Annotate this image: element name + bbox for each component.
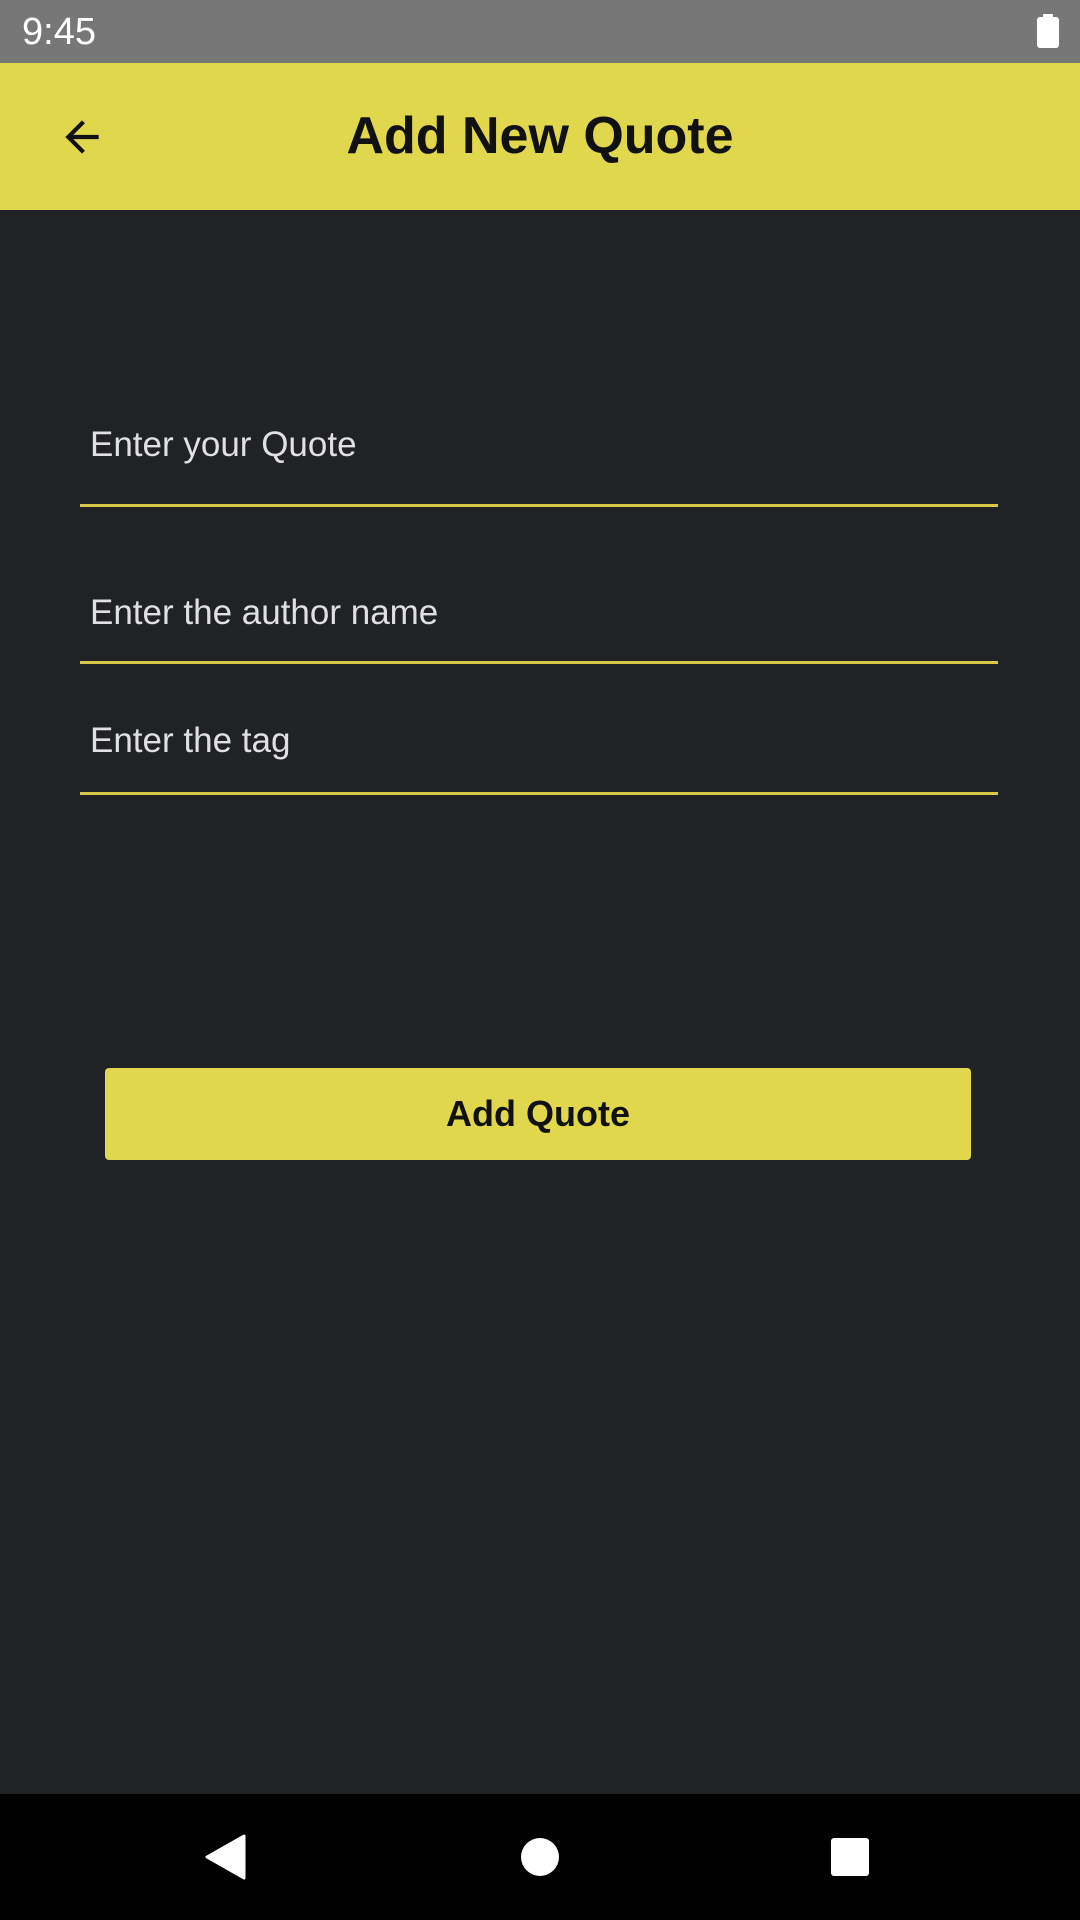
app-toolbar: Add New Quote (0, 63, 1080, 210)
battery-full-icon (1037, 14, 1059, 48)
author-field (80, 565, 998, 664)
square-recents-icon (831, 1838, 869, 1876)
triangle-back-icon (205, 1834, 246, 1880)
tag-field (80, 690, 998, 795)
system-nav-bar (0, 1794, 1080, 1920)
circle-home-icon (521, 1838, 559, 1876)
author-input[interactable] (80, 565, 998, 661)
nav-back-button[interactable] (155, 1794, 295, 1920)
back-button[interactable] (30, 85, 134, 189)
add-quote-button[interactable]: Add Quote (105, 1068, 971, 1160)
screen: 9:45 Add New Quote Add Quote (0, 0, 1080, 1920)
quote-input[interactable] (80, 385, 998, 504)
nav-recents-button[interactable] (780, 1794, 920, 1920)
status-time: 9:45 (22, 11, 96, 53)
quote-field (80, 385, 998, 507)
nav-home-button[interactable] (470, 1794, 610, 1920)
status-bar: 9:45 (0, 0, 1080, 63)
tag-input[interactable] (80, 690, 998, 792)
page-title: Add New Quote (346, 107, 734, 165)
arrow-back-icon (65, 120, 99, 154)
